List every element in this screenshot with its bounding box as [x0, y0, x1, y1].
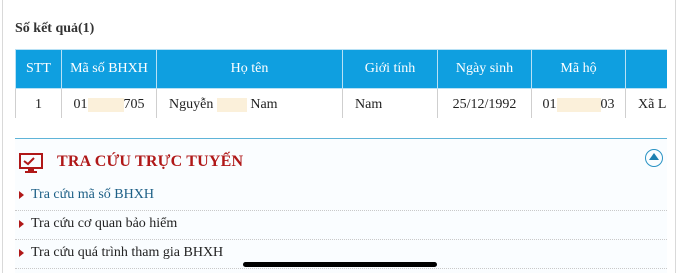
link-label: Tra cứu quá trình tham gia BHXH — [31, 245, 224, 260]
header-bhxh-number: Mã số BHXH — [61, 49, 157, 89]
header-gender: Giới tính — [342, 49, 438, 89]
cell-full-name: Nguyễn Nam — [156, 88, 343, 118]
results-table-wrapper[interactable]: STT Mã số BHXH Họ tên Giới tính Ngày sin… — [15, 49, 667, 118]
results-table: STT Mã số BHXH Họ tên Giới tính Ngày sin… — [15, 49, 667, 118]
home-indicator — [243, 262, 437, 267]
cell-stt: 1 — [15, 88, 62, 118]
bhxh-suffix: 705 — [123, 97, 145, 112]
name-suffix: Nam — [250, 97, 278, 112]
table-row: 1 01 705 Nguyễn Nam Nam 25/12/1992 01 03 X… — [15, 88, 667, 118]
redaction-mask — [87, 97, 124, 112]
header-birth-date: Ngày sinh — [437, 49, 532, 89]
link-label: Tra cứu cơ quan bảo hiểm — [31, 216, 178, 231]
page-frame: Số kết quả(1) STT Mã số BHXH Họ tên Giới… — [2, 0, 676, 273]
result-count: Số kết quả(1) — [15, 21, 95, 36]
household-suffix: 03 — [600, 97, 615, 112]
online-lookup-panel: TRA CỨU TRỰC TUYẾN Tra cứu mã số BHXH Tr… — [15, 138, 667, 273]
header-address — [625, 49, 667, 89]
header-household-code: Mã hộ — [531, 49, 626, 89]
bullet-icon — [19, 220, 24, 228]
lookup-link-insurance-agency[interactable]: Tra cứu cơ quan bảo hiểm — [15, 211, 667, 240]
cell-birth-date: 25/12/1992 — [437, 88, 532, 118]
monitor-icon — [19, 153, 43, 178]
bhxh-prefix: 01 — [73, 97, 88, 112]
header-stt: STT — [15, 49, 62, 89]
bullet-icon — [19, 249, 24, 257]
household-prefix: 01 — [542, 97, 557, 112]
lookup-link-bhxh-number[interactable]: Tra cứu mã số BHXH — [15, 182, 667, 211]
cell-address: Xã L — [625, 88, 667, 118]
cell-household-code: 01 03 — [531, 88, 626, 118]
table-header-row: STT Mã số BHXH Họ tên Giới tính Ngày sin… — [15, 49, 667, 89]
link-label: Tra cứu mã số BHXH — [31, 187, 154, 202]
cell-bhxh-number: 01 705 — [61, 88, 157, 118]
section-title: TRA CỨU TRỰC TUYẾN — [57, 153, 244, 170]
redaction-mask — [216, 97, 247, 112]
collapse-up-icon[interactable] — [645, 149, 663, 167]
cell-gender: Nam — [342, 88, 438, 118]
name-prefix: Nguyễn — [169, 97, 214, 112]
redaction-mask — [556, 97, 601, 112]
bullet-icon — [19, 191, 24, 199]
header-full-name: Họ tên — [156, 49, 343, 89]
